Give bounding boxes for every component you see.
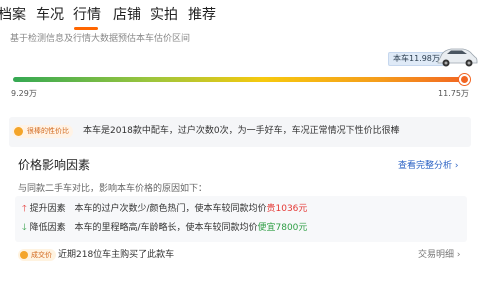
- arrow-up-icon: 🡑: [22, 204, 27, 214]
- price-range-min: 9.29万: [11, 89, 37, 98]
- transaction-details-link[interactable]: 交易明细 ›: [418, 248, 460, 262]
- coin-icon: [20, 251, 28, 259]
- factor-down-row: 🡓 降低因素 本车的里程略高/车龄略长，使本车较同款均价便宜7800元: [22, 221, 307, 235]
- price-factors-title: 价格影响因素: [18, 158, 91, 172]
- active-tab-indicator: [74, 27, 98, 30]
- arrow-down-icon: 🡓: [22, 223, 27, 233]
- factor-up-row: 🡑 提升因素 本车的过户次数少/颜色热门，使本车较同款均价贵1036元: [22, 202, 307, 216]
- factor-up-label: 提升因素: [29, 204, 66, 214]
- price-range-subtitle: 基于检测信息及行情大数据预估本车估价区间: [10, 34, 191, 44]
- tab-bar: 档案 车况 行情 店铺 实拍 推荐: [0, 4, 480, 30]
- factor-up-text: 本车的过户次数少/颜色热门，使本车较同款均价: [74, 204, 267, 214]
- value-summary-text: 本车是2018款中配车，过户次数0次，为一手好车，车况正常情况下性价比很棒: [83, 126, 400, 136]
- tab-photos[interactable]: 实拍: [150, 4, 178, 26]
- car-thumbnail-icon: [437, 48, 478, 67]
- view-full-analysis-link[interactable]: 查看完整分析 ›: [398, 158, 458, 171]
- deal-count-text: 近期218位车主购买了此款车: [58, 250, 175, 260]
- price-range-bar: [13, 77, 467, 82]
- factor-up-value: 贵1036元: [266, 204, 308, 214]
- deal-row: 成交价 近期218位车主购买了此款车 交易明细 ›: [0, 246, 480, 264]
- factor-down-value: 便宜7800元: [257, 223, 308, 233]
- factor-down-text: 本车的里程略高/车龄略长，使本车较同款均价: [74, 223, 258, 233]
- tab-condition[interactable]: 车况: [36, 4, 64, 26]
- tab-archive[interactable]: 档案: [0, 4, 26, 26]
- price-factors-description: 与同款二手车对比，影响本车价格的原因如下：: [18, 184, 208, 194]
- tab-recommend[interactable]: 推荐: [188, 4, 216, 26]
- factor-down-label: 降低因素: [29, 223, 66, 233]
- smile-icon: [14, 127, 23, 136]
- tab-shop[interactable]: 店铺: [113, 4, 141, 26]
- tab-market[interactable]: 行情: [73, 4, 101, 26]
- price-range-max: 11.75万: [438, 89, 469, 98]
- price-marker: [459, 74, 470, 85]
